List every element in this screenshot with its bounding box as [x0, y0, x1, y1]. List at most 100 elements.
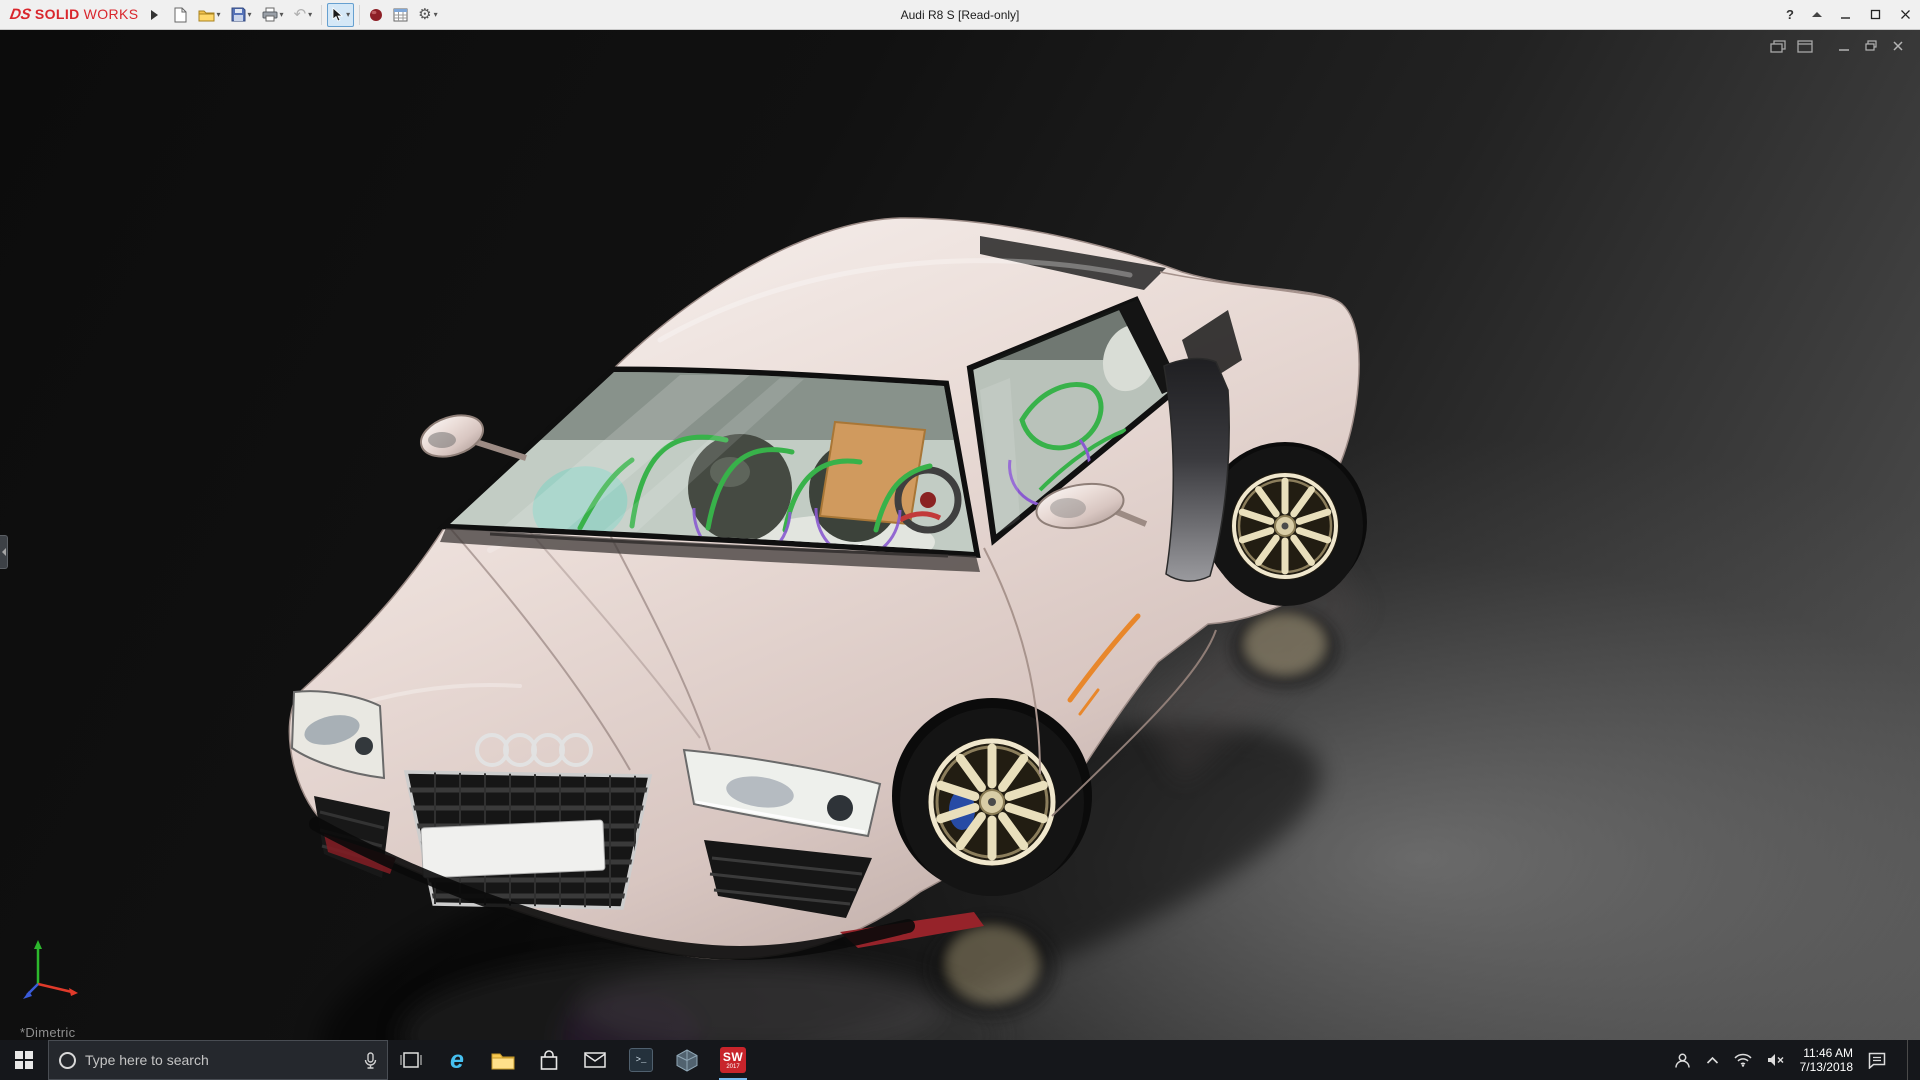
clock-date: 7/13/2018 — [1800, 1060, 1853, 1074]
minimize-icon — [1840, 9, 1851, 20]
car-3d-model[interactable] — [280, 190, 1400, 1040]
close-button[interactable] — [1890, 0, 1920, 30]
hidden-icons-button[interactable] — [1706, 1056, 1719, 1065]
store-button[interactable] — [526, 1040, 572, 1080]
brand-name-solid: SOLID — [35, 6, 80, 22]
view-orientation-label: *Dimetric — [20, 1025, 75, 1040]
x-axis-arrow — [69, 988, 78, 996]
action-center-button[interactable] — [1868, 1052, 1886, 1069]
toolbar-separator — [321, 5, 322, 25]
license-plate — [421, 820, 605, 878]
mail-envelope-icon — [584, 1052, 606, 1068]
task-view-icon — [400, 1051, 422, 1069]
maximize-icon — [1870, 9, 1881, 20]
titlebar-controls: ? — [1776, 0, 1920, 30]
feature-pane-flyout-handle[interactable] — [0, 535, 8, 569]
solidworks-taskbar-button[interactable]: SW 2017 — [710, 1040, 756, 1080]
collapse-ribbon-icon[interactable] — [1812, 12, 1822, 17]
dropdown-caret-icon: ▾ — [434, 11, 438, 19]
cortana-icon — [59, 1052, 76, 1069]
ds-logo-icon: DS — [9, 6, 33, 23]
undo-button[interactable]: ↶ ▾ — [290, 3, 317, 27]
command-prompt-icon: >_ — [629, 1048, 653, 1072]
speaker-mute-icon — [1767, 1053, 1785, 1067]
windshield — [430, 350, 1000, 580]
minimize-document-icon[interactable] — [1834, 38, 1854, 54]
close-document-icon[interactable] — [1888, 38, 1908, 54]
left-mirror — [416, 408, 526, 464]
save-button[interactable]: ▾ — [227, 3, 256, 27]
save-icon — [231, 7, 246, 22]
float-window-icon[interactable] — [1768, 38, 1788, 54]
network-button[interactable] — [1734, 1053, 1752, 1067]
rear-wheel — [1207, 446, 1363, 606]
show-desktop-button[interactable] — [1907, 1040, 1912, 1080]
solidworks-titlebar: DS SOLIDWORKS ▾ — [0, 0, 1920, 30]
clock-time: 11:46 AM — [1800, 1046, 1853, 1060]
people-button[interactable] — [1674, 1052, 1691, 1069]
desktop-screen: DS SOLIDWORKS ▾ — [0, 0, 1920, 1080]
mail-button[interactable] — [572, 1040, 618, 1080]
toolbar-separator — [359, 5, 360, 25]
wifi-icon — [1734, 1053, 1752, 1067]
action-center-icon — [1868, 1052, 1886, 1069]
edge-icon: e — [450, 1046, 464, 1075]
select-tool-button[interactable]: ▾ — [327, 3, 354, 27]
design-table-icon — [393, 8, 408, 22]
front-wheel — [900, 708, 1084, 896]
brand-name-works: WORKS — [84, 6, 139, 22]
print-button[interactable]: ▾ — [258, 3, 288, 27]
dropdown-caret-icon: ▾ — [280, 11, 284, 19]
y-axis-arrow — [34, 940, 42, 949]
gear-icon: ⚙ — [418, 7, 431, 22]
standard-toolbar: ▾ ▾ ▾ ↶ ▾ — [168, 0, 443, 30]
new-document-icon — [173, 7, 188, 23]
taskbar-clock[interactable]: 11:46 AM 7/13/2018 — [1800, 1046, 1853, 1074]
edge-browser-button[interactable]: e — [434, 1040, 480, 1080]
undo-icon: ↶ — [294, 7, 307, 22]
chevron-left-icon — [2, 548, 6, 556]
dropdown-caret-icon: ▾ — [308, 11, 312, 19]
close-icon — [1900, 9, 1911, 20]
command-prompt-button[interactable]: >_ — [618, 1040, 664, 1080]
options-button[interactable]: ⚙ ▾ — [414, 3, 441, 27]
graphics-viewport[interactable]: *Dimetric — [0, 30, 1920, 1040]
dropdown-caret-icon: ▾ — [346, 11, 350, 19]
taskbar-search[interactable] — [48, 1040, 388, 1080]
3d-viewer-button[interactable] — [664, 1040, 710, 1080]
windows-taskbar: e >_ — [0, 1040, 1920, 1080]
tile-window-icon[interactable] — [1795, 38, 1815, 54]
open-document-button[interactable]: ▾ — [194, 3, 225, 27]
new-document-button[interactable] — [169, 3, 192, 27]
solidworks-logo: DS SOLIDWORKS — [0, 6, 147, 23]
start-button[interactable] — [0, 1040, 48, 1080]
dropdown-caret-icon: ▾ — [248, 11, 252, 19]
appearance-sphere-icon — [369, 8, 383, 22]
microphone-icon — [364, 1052, 377, 1069]
maximize-button[interactable] — [1860, 0, 1890, 30]
design-table-button[interactable] — [389, 3, 412, 27]
help-button[interactable]: ? — [1776, 7, 1804, 22]
search-input[interactable] — [85, 1052, 355, 1068]
window-title: Audi R8 S [Read-only] — [901, 8, 1020, 22]
restore-document-icon[interactable] — [1861, 38, 1881, 54]
document-window-controls — [1768, 38, 1908, 54]
document-caption-buttons — [1834, 38, 1908, 54]
select-cursor-icon — [331, 7, 344, 22]
windows-logo-icon — [15, 1051, 33, 1069]
open-folder-icon — [198, 8, 215, 22]
file-explorer-icon — [491, 1051, 515, 1070]
store-bag-icon — [539, 1050, 559, 1071]
solidworks-app-icon: SW 2017 — [720, 1047, 746, 1073]
appearance-button[interactable] — [365, 3, 387, 27]
people-icon — [1674, 1052, 1691, 1069]
volume-button[interactable] — [1767, 1053, 1785, 1067]
chevron-up-icon — [1706, 1056, 1719, 1065]
minimize-button[interactable] — [1830, 0, 1860, 30]
cube-app-icon — [676, 1049, 698, 1072]
file-explorer-button[interactable] — [480, 1040, 526, 1080]
task-view-button[interactable] — [388, 1040, 434, 1080]
dropdown-caret-icon: ▾ — [217, 11, 221, 19]
orientation-triad[interactable] — [20, 932, 90, 1002]
menu-expand-icon[interactable] — [151, 10, 158, 20]
